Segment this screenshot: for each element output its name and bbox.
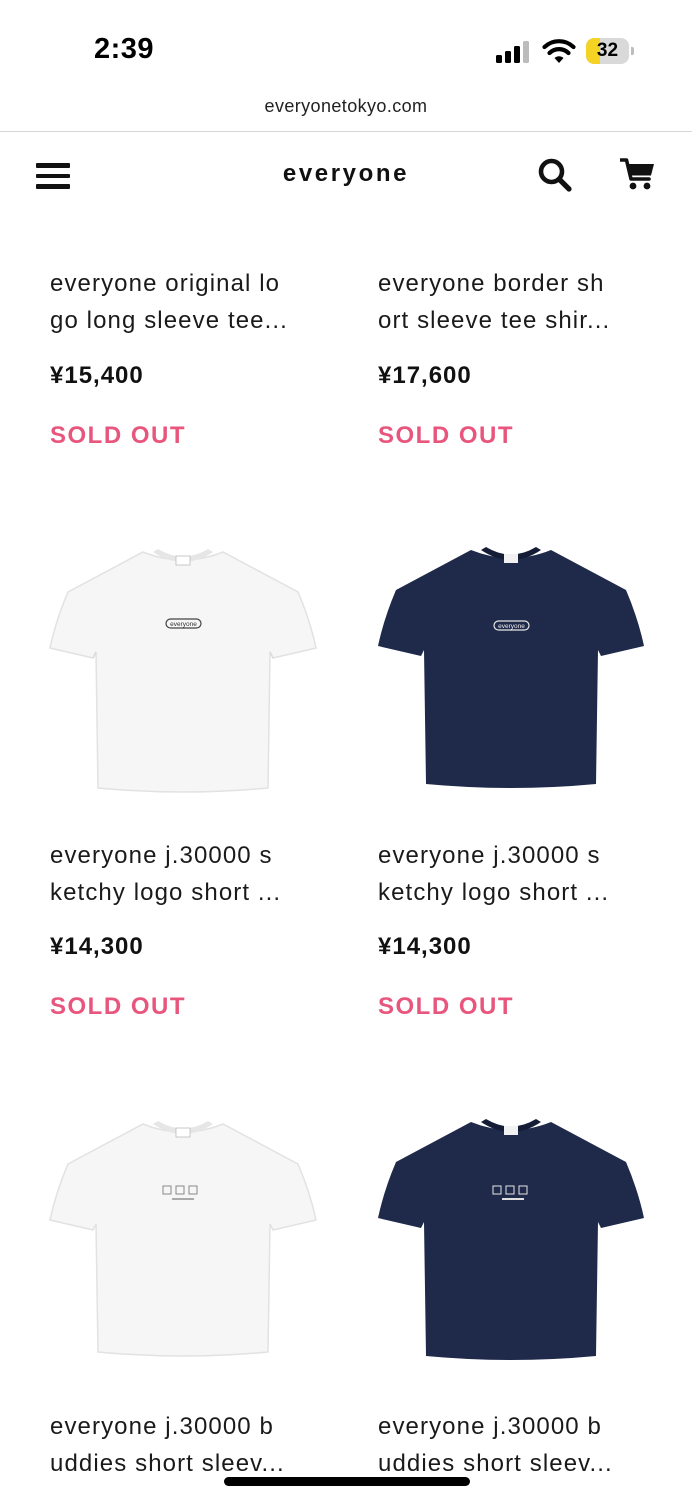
product-image-navy-tee[interactable]: everyone	[376, 540, 646, 810]
url-text[interactable]: everyonetokyo.com	[0, 92, 692, 120]
cellular-signal-icon	[496, 41, 530, 63]
product-image-white-tee[interactable]	[48, 1112, 318, 1382]
sold-out-badge: SOLD OUT	[50, 422, 186, 449]
site-brand[interactable]: everyone	[0, 160, 692, 188]
status-time: 2:39	[94, 33, 155, 65]
product-name[interactable]: everyone j.30000 b uddies short sleev...	[378, 1408, 653, 1482]
chest-print-text: everyone	[498, 623, 525, 630]
sold-out-badge: SOLD OUT	[378, 422, 514, 449]
product-price: ¥17,600	[378, 362, 472, 389]
product-name[interactable]: everyone border sh ort sleeve tee shir..…	[378, 265, 653, 339]
battery-icon: 32	[586, 38, 634, 64]
product-name[interactable]: everyone j.30000 s ketchy logo short ...	[378, 837, 653, 911]
product-image-white-tee[interactable]: everyone	[48, 540, 318, 810]
search-icon[interactable]	[537, 157, 573, 193]
product-name[interactable]: everyone j.30000 b uddies short sleev...	[50, 1408, 325, 1482]
shopping-cart-icon[interactable]	[619, 157, 656, 191]
sold-out-badge: SOLD OUT	[378, 993, 514, 1020]
product-price: ¥15,400	[50, 362, 144, 389]
chest-print-text: everyone	[170, 621, 197, 628]
address-bar[interactable]: everyonetokyo.com	[0, 92, 692, 132]
wifi-icon	[542, 38, 576, 64]
site-header: everyone	[0, 133, 692, 219]
home-indicator[interactable]	[224, 1477, 470, 1486]
product-price: ¥14,300	[378, 933, 472, 960]
battery-level: 32	[596, 40, 619, 61]
product-name[interactable]: everyone j.30000 s ketchy logo short ...	[50, 837, 325, 911]
status-bar: 2:39 32	[0, 0, 692, 92]
product-price: ¥14,300	[50, 933, 144, 960]
product-name[interactable]: everyone original lo go long sleeve tee.…	[50, 265, 325, 339]
sold-out-badge: SOLD OUT	[50, 993, 186, 1020]
product-image-navy-tee[interactable]	[376, 1112, 646, 1382]
